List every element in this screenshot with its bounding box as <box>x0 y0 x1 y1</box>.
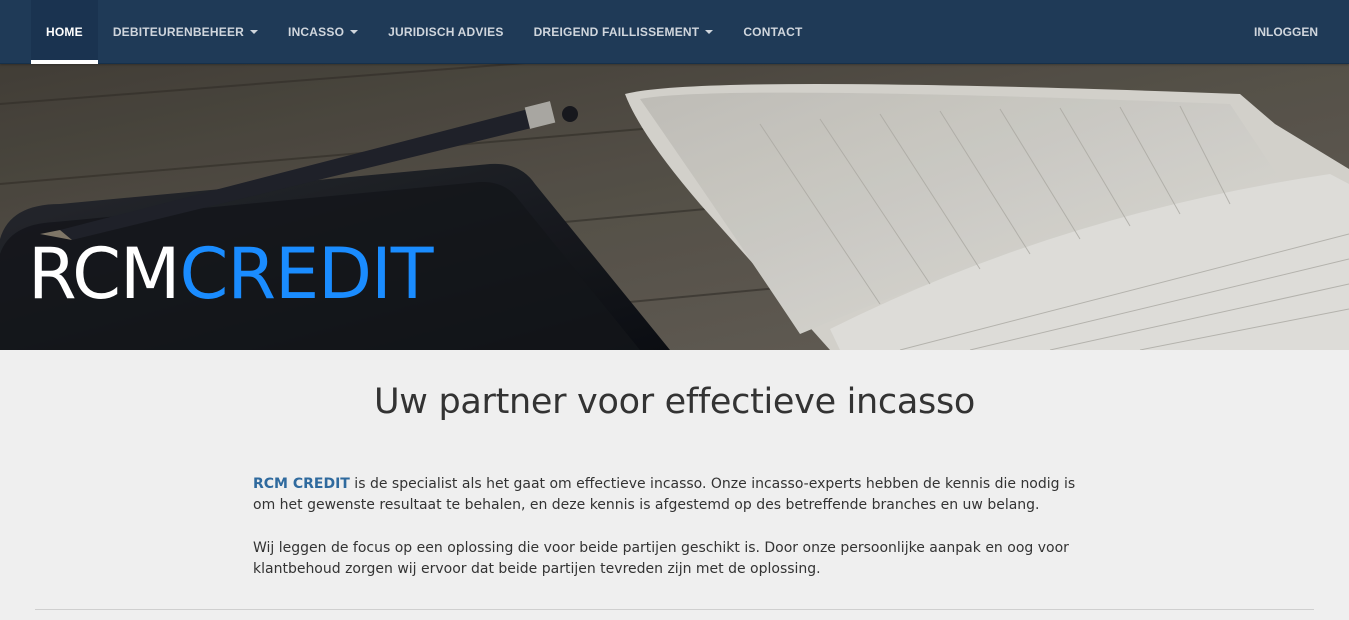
nav-item-contact[interactable]: CONTACT <box>728 0 817 64</box>
caret-down-icon <box>250 30 259 34</box>
intro-text: is de specialist als het gaat om effecti… <box>253 476 1076 513</box>
nav-label: DEBITEURENBEHEER <box>112 25 245 39</box>
nav-menu: HOME DEBITEURENBEHEER INCASSO JURIDISCH … <box>31 0 817 64</box>
top-navbar: HOME DEBITEURENBEHEER INCASSO JURIDISCH … <box>0 0 1349 64</box>
login-link[interactable]: INLOGGEN <box>1239 0 1333 64</box>
caret-down-icon <box>350 30 359 34</box>
nav-item-home[interactable]: HOME <box>31 0 98 64</box>
nav-label: DREIGEND FAILLISSEMENT <box>533 25 700 39</box>
nav-label: JURIDISCH ADVIES <box>388 25 504 39</box>
page-heading: Uw partner voor effectieve incasso <box>373 382 976 422</box>
rcm-credit-logo: RCMCREDIT <box>28 239 434 309</box>
nav-item-incasso[interactable]: INCASSO <box>273 0 373 64</box>
caret-down-icon <box>705 30 714 34</box>
nav-label: INCASSO <box>288 25 345 39</box>
hero-banner: RCMCREDIT <box>0 64 1349 350</box>
brand-name: RCM CREDIT <box>253 476 350 492</box>
nav-item-dreigend-faillissement[interactable]: DREIGEND FAILLISSEMENT <box>519 0 729 64</box>
nav-label: HOME <box>46 25 83 39</box>
logo-credit-text: CREDIT <box>179 233 433 315</box>
intro-paragraph: RCM CREDIT is de specialist als het gaat… <box>253 474 1093 516</box>
divider <box>35 609 1314 610</box>
nav-item-juridisch-advies[interactable]: JURIDISCH ADVIES <box>373 0 518 64</box>
nav-label: CONTACT <box>743 25 803 39</box>
nav-item-debiteurenbeheer[interactable]: DEBITEURENBEHEER <box>98 0 273 64</box>
focus-paragraph: Wij leggen de focus op een oplossing die… <box>253 540 1069 577</box>
logo-rcm-text: RCM <box>28 233 180 315</box>
